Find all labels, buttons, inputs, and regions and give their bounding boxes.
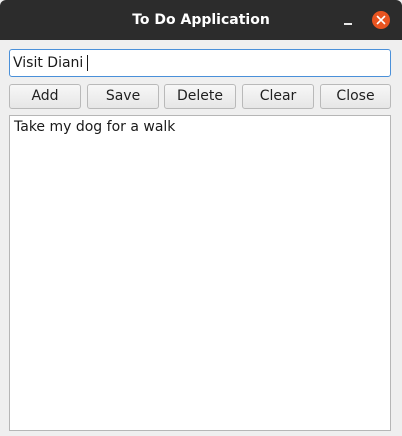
clear-button[interactable]: Clear	[242, 84, 314, 109]
add-button[interactable]: Add	[9, 84, 81, 109]
close-icon	[376, 15, 386, 25]
save-button[interactable]: Save	[87, 84, 159, 109]
window-close-button[interactable]	[372, 11, 390, 29]
task-input[interactable]: Visit Diani	[9, 49, 391, 77]
list-item[interactable]: Take my dog for a walk	[14, 118, 175, 136]
delete-button[interactable]: Delete	[164, 84, 236, 109]
close-button[interactable]: Close	[320, 84, 391, 109]
app-window: To Do Application Visit Diani Add Save D…	[0, 0, 402, 436]
text-caret	[87, 55, 89, 71]
task-list[interactable]: Take my dog for a walk	[9, 115, 391, 431]
task-input-value: Visit Diani	[13, 55, 84, 71]
minimize-button[interactable]	[340, 12, 356, 28]
title-bar[interactable]: To Do Application	[0, 0, 402, 40]
